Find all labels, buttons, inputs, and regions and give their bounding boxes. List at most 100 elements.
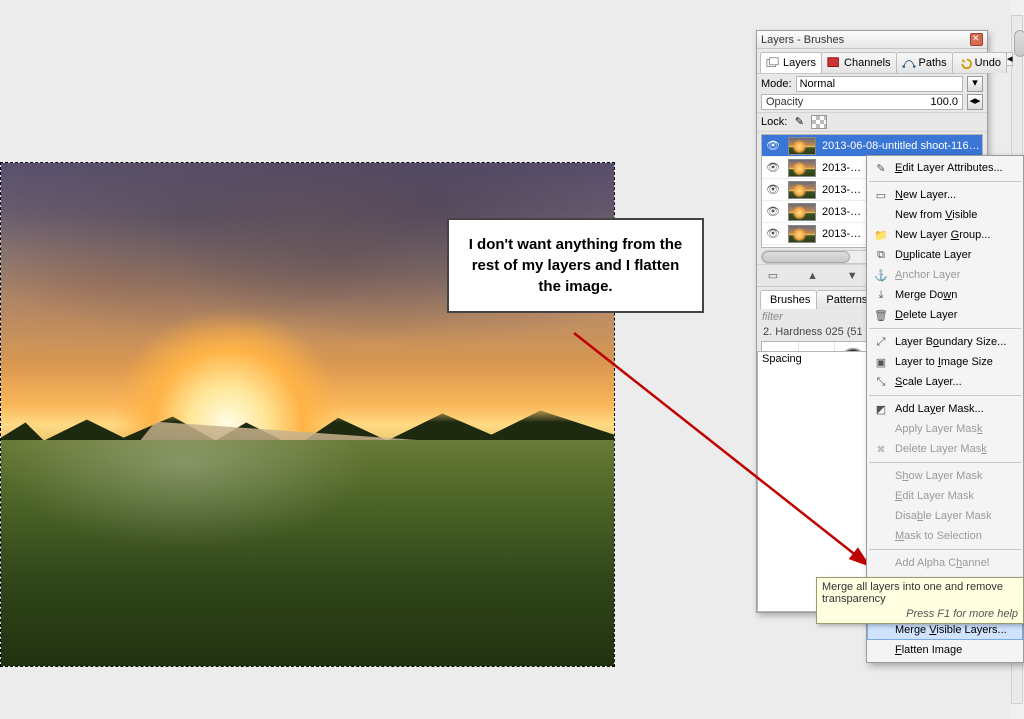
mask-icon: ◩ (873, 402, 889, 416)
delmask-icon: ✖ (873, 442, 889, 456)
menu-item[interactable]: ✎Edit Layer Attributes... (867, 158, 1023, 178)
menu-separator (869, 395, 1021, 396)
layer-scroll-thumb[interactable] (762, 251, 850, 263)
lock-alpha-icon[interactable] (811, 115, 827, 129)
layer-row[interactable]: 👁 2013-06-08-untitled shoot-116.JPG (762, 135, 982, 157)
blank-icon (873, 489, 889, 503)
lock-pixels-icon[interactable]: ✎ (791, 115, 807, 129)
blend-mode-row: Mode: ▾ (757, 74, 987, 94)
menu-item: ✖ Delete Layer Mask (867, 439, 1023, 459)
lock-row: Lock: ✎ (757, 112, 987, 132)
menu-item-label: Disable Layer Mask (895, 510, 992, 522)
panel-titlebar[interactable]: Layers - Brushes (757, 31, 987, 49)
visibility-eye-icon[interactable]: 👁 (764, 139, 782, 152)
menu-item[interactable]: Flatten Image (867, 640, 1023, 660)
scroll-thumb[interactable] (1014, 30, 1024, 57)
opacity-stepper[interactable]: ◂▸ (967, 94, 983, 110)
dock-tab-strip: Layers Channels Paths Undo ◂ (757, 49, 987, 74)
menu-separator (869, 181, 1021, 182)
layer-thumbnail (788, 181, 816, 199)
menu-item-label: Duplicate Layer (895, 249, 971, 261)
mergedown-icon: ⤓ (873, 288, 889, 302)
dup-icon: ⧉ (873, 248, 889, 262)
menu-item: Show Layer Mask (867, 466, 1023, 486)
menu-item: Disable Layer Mask (867, 506, 1023, 526)
delete-icon: 🗑 (873, 308, 889, 322)
menu-item: Apply Layer Mask (867, 419, 1023, 439)
panel-title: Layers - Brushes (761, 34, 844, 46)
visibility-eye-icon[interactable]: 👁 (764, 205, 782, 218)
menu-item[interactable]: ▭ New Layer... (867, 185, 1023, 205)
raise-layer-button[interactable]: ▲ (805, 270, 821, 282)
layers-icon (766, 56, 780, 70)
menu-item[interactable]: ⤢ Layer Boundary Size... (867, 332, 1023, 352)
tab-undo[interactable]: Undo (952, 52, 1007, 73)
menu-item: Edit Layer Mask (867, 486, 1023, 506)
lock-label: Lock: (761, 116, 787, 128)
layer-thumbnail (788, 225, 816, 243)
menu-item-label: Mask to Selection (895, 530, 982, 542)
undo-icon (958, 56, 972, 70)
menu-item[interactable]: ▣ Layer to Image Size (867, 352, 1023, 372)
menu-item[interactable]: ⤓ Merge Down (867, 285, 1023, 305)
opacity-label: Opacity (762, 95, 926, 109)
new-icon: ▭ (873, 188, 889, 202)
tab-channels[interactable]: Channels (821, 52, 896, 73)
menu-item-label: Delete Layer (895, 309, 957, 321)
resize-icon: ⤢ (873, 335, 889, 349)
menu-item[interactable]: ⧉ Duplicate Layer (867, 245, 1023, 265)
menu-item[interactable]: ⤡Scale Layer... (867, 372, 1023, 392)
paths-icon (902, 56, 916, 70)
menu-item-label: Merge Visible Layers... (895, 624, 1007, 636)
tab-layers[interactable]: Layers (760, 52, 822, 73)
mode-dropdown-button[interactable]: ▾ (967, 76, 983, 92)
menu-item-label: Layer Boundary Size... (895, 336, 1006, 348)
menu-item-label: New Layer Group... (895, 229, 990, 241)
mode-field[interactable] (796, 76, 963, 92)
tab-paths[interactable]: Paths (896, 52, 953, 73)
menu-item-label: Delete Layer Mask (895, 443, 987, 455)
opacity-field[interactable]: Opacity 100.0 (761, 94, 963, 110)
menu-item-label: New Layer... (895, 189, 956, 201)
fit-icon: ▣ (873, 355, 889, 369)
visibility-eye-icon[interactable]: 👁 (764, 183, 782, 196)
menu-item-label: Edit Layer Attributes... (895, 162, 1003, 174)
menu-item-label: New from Visible (895, 209, 977, 221)
blank-icon (873, 556, 889, 570)
layer-name: 2013-06-08-untitled shoot-116.JPG (822, 140, 980, 152)
tab-brushes[interactable]: Brushes (760, 290, 817, 309)
menu-item-label: Layer to Image Size (895, 356, 993, 368)
menu-item: ⚓ Anchor Layer (867, 265, 1023, 285)
blank-icon (873, 529, 889, 543)
new-layer-button[interactable]: ▭ (765, 269, 781, 282)
folder-icon: 📁 (873, 228, 889, 242)
menu-item-label: Flatten Image (895, 644, 962, 656)
annotation-callout: I don't want anything from the rest of m… (447, 218, 704, 313)
menu-item-label: Anchor Layer (895, 269, 960, 281)
menu-item-label: Add Layer Mask... (895, 403, 984, 415)
menu-item[interactable]: 📁 New Layer Group... (867, 225, 1023, 245)
menu-item-label: Merge Down (895, 289, 957, 301)
anchor-icon: ⚓ (873, 268, 889, 282)
menu-item[interactable]: ◩ Add Layer Mask... (867, 399, 1023, 419)
tooltip-text: Merge all layers into one and remove tra… (822, 581, 1018, 605)
tooltip-help-hint: Press F1 for more help (822, 608, 1018, 620)
tab-undo-label: Undo (975, 57, 1001, 69)
layer-thumbnail (788, 203, 816, 221)
blank-icon (873, 643, 889, 657)
opacity-value: 100.0 (926, 95, 962, 109)
menu-separator (869, 462, 1021, 463)
menu-item[interactable]: New from Visible (867, 205, 1023, 225)
tab-brushes-label: Brushes (770, 294, 810, 306)
menu-item[interactable]: 🗑 Delete Layer (867, 305, 1023, 325)
visibility-eye-icon[interactable]: 👁 (764, 161, 782, 174)
visibility-eye-icon[interactable]: 👁 (764, 227, 782, 240)
tab-paths-label: Paths (919, 57, 947, 69)
panel-menu-button[interactable]: ◂ (1006, 52, 1014, 66)
menu-item: Add Alpha Channel (867, 553, 1023, 573)
tab-patterns-label: Patterns (826, 294, 867, 306)
close-icon[interactable] (970, 33, 983, 46)
lower-layer-button[interactable]: ▼ (844, 270, 860, 282)
blank-icon (873, 422, 889, 436)
tab-channels-label: Channels (844, 57, 890, 69)
